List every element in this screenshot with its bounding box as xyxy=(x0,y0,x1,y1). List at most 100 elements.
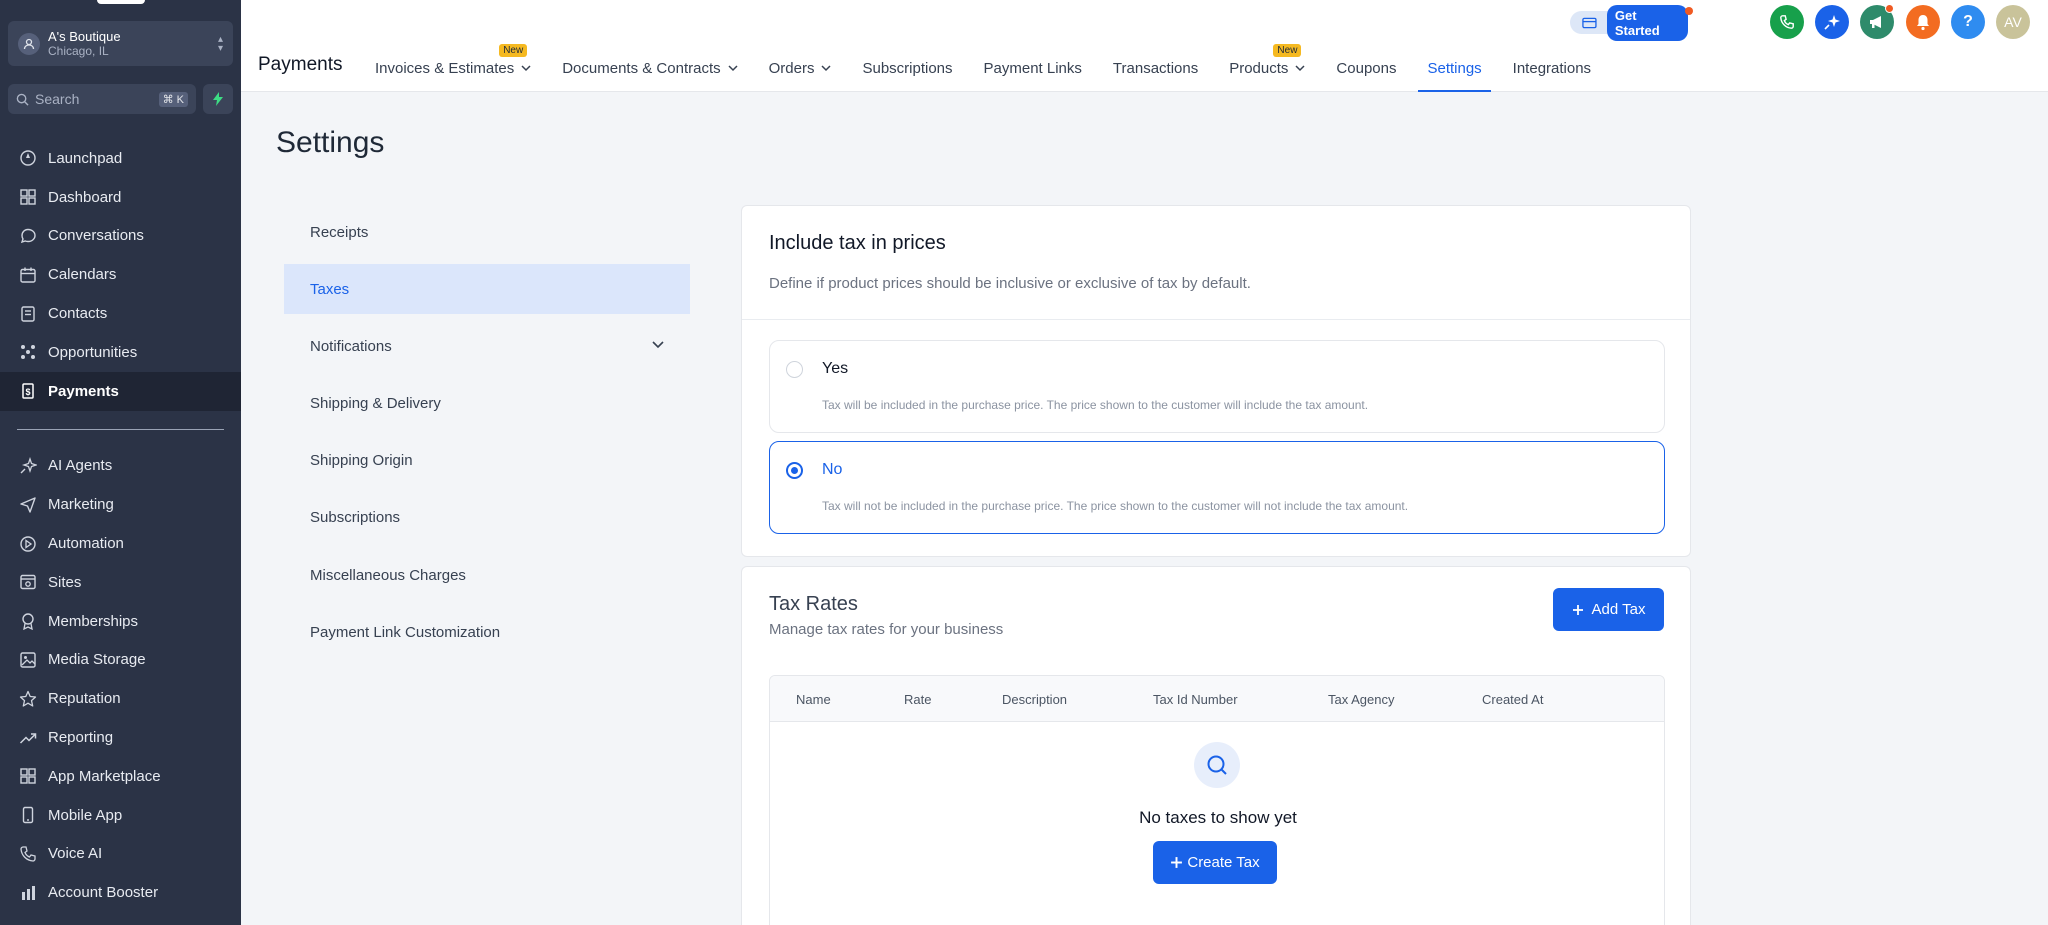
settings-item-payment-link-customization[interactable]: Payment Link Customization xyxy=(284,604,690,661)
sidebar-item-label: Payments xyxy=(48,382,119,400)
sidebar-item-label: Dashboard xyxy=(48,188,122,206)
sidebar-item-label: Reputation xyxy=(48,690,121,708)
tab-label: Settings xyxy=(1427,59,1482,77)
tab-integrations[interactable]: Integrations xyxy=(1513,44,1591,92)
settings-item-receipts[interactable]: Receipts xyxy=(284,204,690,261)
search-icon xyxy=(1194,742,1240,788)
chevron-down-icon xyxy=(821,65,831,72)
top-bar: Get Started ? AV Payments Invoices & Est… xyxy=(241,0,2048,92)
notifications-button[interactable] xyxy=(1906,5,1940,39)
sidebar-item-app-marketplace[interactable]: App Marketplace xyxy=(0,757,241,796)
sidebar-item-ai-agents[interactable]: AI Agents xyxy=(0,447,241,486)
sidebar-item-label: Automation xyxy=(48,535,124,553)
sidebar-item-media-storage[interactable]: Media Storage xyxy=(0,641,241,680)
tab-transactions[interactable]: Transactions xyxy=(1113,44,1198,92)
bell-icon xyxy=(1917,15,1929,31)
option-no[interactable]: No Tax will not be included in the purch… xyxy=(769,441,1665,534)
search-input[interactable]: Search ⌘ K xyxy=(8,84,196,114)
column-header-tax-agency[interactable]: Tax Agency xyxy=(1328,692,1395,707)
sparkle-icon xyxy=(18,456,38,476)
grid-icon xyxy=(18,187,38,207)
sidebar-item-account-booster[interactable]: Account Booster xyxy=(0,873,241,912)
tab-invoices-estimates[interactable]: Invoices & Estimates New xyxy=(375,44,531,92)
sidebar-divider xyxy=(17,428,224,430)
sidebar-item-label: Mobile App xyxy=(48,806,123,824)
get-started-pill[interactable]: Get Started xyxy=(1570,4,1693,41)
sidebar-item-marketing[interactable]: Marketing xyxy=(0,485,241,524)
column-header-rate[interactable]: Rate xyxy=(904,692,931,707)
membership-icon xyxy=(18,611,38,631)
sidebar-item-label: Media Storage xyxy=(48,651,146,669)
sidebar-item-memberships[interactable]: Memberships xyxy=(0,602,241,641)
settings-item-miscellaneous-charges[interactable]: Miscellaneous Charges xyxy=(284,546,690,603)
tab-documents-contracts[interactable]: Documents & Contracts xyxy=(562,44,738,92)
tax-rates-table: Name Rate Description Tax Id Number Tax … xyxy=(769,675,1665,925)
column-header-description[interactable]: Description xyxy=(1002,692,1067,707)
option-yes[interactable]: Yes Tax will be included in the purchase… xyxy=(769,340,1665,433)
rocket-icon xyxy=(18,148,38,168)
tax-inclusion-card: Include tax in prices Define if product … xyxy=(741,205,1691,557)
add-tax-button[interactable]: Add Tax xyxy=(1553,588,1664,631)
sidebar-item-label: Contacts xyxy=(48,305,108,323)
settings-item-subscriptions[interactable]: Subscriptions xyxy=(284,489,690,546)
column-header-created-at[interactable]: Created At xyxy=(1482,692,1543,707)
search-icon xyxy=(16,93,29,106)
sidebar-item-payments[interactable]: $ Payments xyxy=(0,371,241,411)
sidebar-item-contacts[interactable]: Contacts xyxy=(0,294,241,333)
sidebar-item-launchpad[interactable]: Launchpad xyxy=(0,139,241,178)
sidebar-item-reporting[interactable]: Reporting xyxy=(0,718,241,757)
radio-no[interactable] xyxy=(786,462,803,479)
tab-label: Orders xyxy=(768,59,815,77)
get-started-button[interactable]: Get Started xyxy=(1606,4,1688,41)
settings-item-taxes[interactable]: Taxes xyxy=(284,264,690,315)
sidebar-item-sites[interactable]: Sites xyxy=(0,563,241,602)
sidebar-item-voice-ai[interactable]: Voice AI xyxy=(0,835,241,874)
account-switcher[interactable]: A's Boutique Chicago, IL ▴ ▾ xyxy=(8,21,233,66)
image-icon xyxy=(18,650,38,670)
settings-item-label: Receipts xyxy=(310,224,369,242)
tab-settings[interactable]: Settings xyxy=(1418,44,1491,92)
logo xyxy=(97,0,145,4)
sidebar-item-label: Opportunities xyxy=(48,343,138,361)
account-name: A's Boutique xyxy=(48,28,121,44)
settings-item-notifications[interactable]: Notifications xyxy=(284,318,690,375)
settings-item-shipping-origin[interactable]: Shipping Origin xyxy=(284,432,690,489)
column-header-name[interactable]: Name xyxy=(796,692,831,707)
page-title: Settings xyxy=(276,126,385,159)
tab-label: Payment Links xyxy=(983,59,1082,77)
settings-item-shipping-delivery[interactable]: Shipping & Delivery xyxy=(284,375,690,432)
tab-products[interactable]: Products New xyxy=(1229,44,1305,92)
tab-orders[interactable]: Orders xyxy=(769,44,832,92)
tab-payment-links[interactable]: Payment Links xyxy=(984,44,1082,92)
settings-item-label: Notifications xyxy=(310,338,392,356)
sidebar-item-label: AI Agents xyxy=(48,457,113,475)
ai-assistant-button[interactable] xyxy=(1815,5,1849,39)
chevron-down-icon[interactable] xyxy=(652,340,664,350)
phone-button[interactable] xyxy=(1770,5,1804,39)
plus-icon xyxy=(1572,604,1583,615)
quick-action-button[interactable] xyxy=(203,84,233,114)
radio-yes[interactable] xyxy=(786,361,803,378)
sidebar-item-mobile-app[interactable]: Mobile App xyxy=(0,796,241,835)
send-icon xyxy=(18,495,38,515)
sidebar-item-automation[interactable]: Automation xyxy=(0,524,241,563)
sidebar-item-calendars[interactable]: Calendars xyxy=(0,255,241,294)
sidebar-item-reputation[interactable]: Reputation xyxy=(0,679,241,718)
announcements-button[interactable] xyxy=(1860,4,1894,39)
sidebar-item-label: App Marketplace xyxy=(48,767,161,785)
create-tax-button[interactable]: Create Tax xyxy=(1153,841,1277,884)
sidebar: A's Boutique Chicago, IL ▴ ▾ Search ⌘ K L… xyxy=(0,0,241,925)
column-header-tax-id-number[interactable]: Tax Id Number xyxy=(1153,692,1238,707)
avatar[interactable]: AV xyxy=(1996,5,2030,39)
tab-coupons[interactable]: Coupons xyxy=(1336,44,1396,92)
tab-subscriptions[interactable]: Subscriptions xyxy=(862,44,952,92)
sidebar-item-label: Voice AI xyxy=(48,845,103,863)
sidebar-item-opportunities[interactable]: Opportunities xyxy=(0,333,241,372)
chat-icon xyxy=(18,226,38,246)
sidebar-item-conversations[interactable]: Conversations xyxy=(0,217,241,256)
card-icon xyxy=(1582,17,1597,28)
mobile-icon xyxy=(18,805,38,825)
trend-icon xyxy=(18,728,38,748)
sidebar-item-dashboard[interactable]: Dashboard xyxy=(0,178,241,217)
help-button[interactable]: ? xyxy=(1951,5,1985,39)
